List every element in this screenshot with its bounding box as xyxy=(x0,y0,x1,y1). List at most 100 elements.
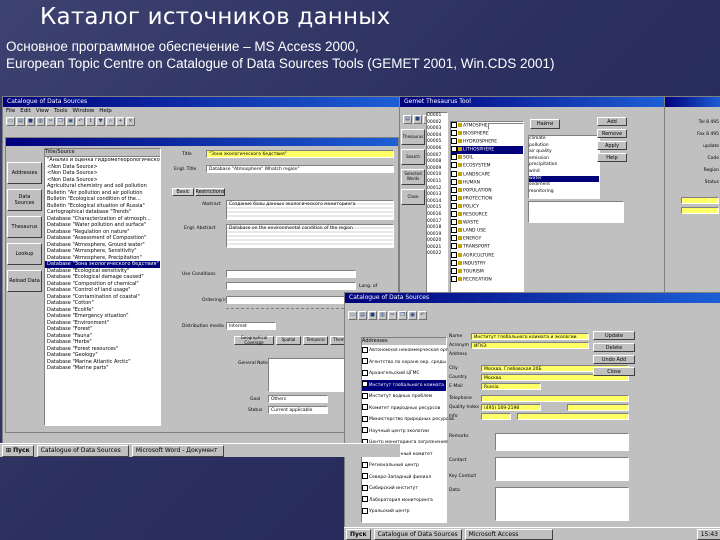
sources-update-button[interactable]: Update xyxy=(593,331,635,340)
address-checkbox-icon[interactable] xyxy=(362,507,368,514)
copy-icon[interactable]: ❐ xyxy=(56,117,65,126)
thes-save-icon[interactable]: ■ xyxy=(413,115,422,124)
right-panel-titlebar[interactable] xyxy=(665,97,720,107)
inner-form-titlebar[interactable] xyxy=(6,138,398,146)
thesaurus-side-button-0[interactable]: Thesaurus xyxy=(401,129,425,145)
address-list[interactable]: Addresses Автономная некоммерческая орг.… xyxy=(361,337,454,523)
use-conditions-field[interactable] xyxy=(226,270,356,278)
tree-checkbox-icon[interactable] xyxy=(451,130,457,137)
thesaurus-tree-item[interactable]: LAND USE xyxy=(451,227,523,235)
undo-icon[interactable]: ↶ xyxy=(76,117,85,126)
distribution-select[interactable]: Internet xyxy=(226,322,276,330)
spatial-button[interactable]: Spatial xyxy=(276,336,301,345)
thesaurus-code-item[interactable]: 00011 xyxy=(427,179,447,186)
thesaurus-tree-item[interactable]: POLICY xyxy=(451,202,523,211)
tree-checkbox-icon[interactable] xyxy=(451,194,457,201)
address-list-item[interactable]: Архангельский ЦГМС xyxy=(362,368,446,380)
paste-icon[interactable]: ▣ xyxy=(66,117,75,126)
taskbar-item-word[interactable]: Microsoft Word - Документ xyxy=(131,444,224,457)
tree-checkbox-icon[interactable] xyxy=(451,202,457,209)
thesaurus-help-button[interactable]: Help xyxy=(597,153,627,162)
thesaurus-search-input[interactable] xyxy=(488,123,524,130)
address-list-item[interactable]: Уральский центр xyxy=(362,506,446,518)
address-checkbox-icon[interactable] xyxy=(362,369,368,376)
tree-checkbox-icon[interactable] xyxy=(451,178,457,185)
address-list-item[interactable]: Региональный центр xyxy=(362,460,446,472)
tree-checkbox-icon[interactable] xyxy=(451,138,457,145)
cut-icon[interactable]: ✂ xyxy=(46,117,55,126)
thesaurus-term[interactable]: precipitation xyxy=(529,162,599,169)
thesaurus-code-item[interactable]: 00008 xyxy=(427,159,447,166)
temporal-button[interactable]: Temporal xyxy=(303,336,328,345)
side-button-1[interactable]: Data Sources xyxy=(7,189,42,211)
address-checkbox-icon[interactable] xyxy=(362,496,368,502)
src-print-icon[interactable]: ▥ xyxy=(378,311,387,320)
thesaurus-code-item[interactable]: 00015 xyxy=(427,205,447,212)
telephone-field[interactable]: (495) 169-2198 xyxy=(481,404,541,411)
taskbar2-item-catalogue[interactable]: Catalogue of Data Sources xyxy=(373,528,462,540)
address-list-item[interactable]: Научный центр экологии xyxy=(362,426,446,438)
engl-abstract-field[interactable]: Database on the environmental condition … xyxy=(226,224,394,248)
thesaurus-side-button-1[interactable]: Search xyxy=(401,149,425,165)
thesaurus-term[interactable]: air quality xyxy=(529,149,599,156)
address-checkbox-icon[interactable] xyxy=(362,392,368,399)
address-checkbox-icon[interactable] xyxy=(362,346,368,353)
thesaurus-titlebar[interactable]: Gemet Thesaurus Tool xyxy=(400,97,665,107)
src-copy-icon[interactable]: ❐ xyxy=(398,311,407,320)
tree-checkbox-icon[interactable] xyxy=(451,219,457,226)
tree-checkbox-icon[interactable] xyxy=(451,122,457,128)
thesaurus-search-button[interactable]: Найти xyxy=(530,119,560,129)
main-window-titlebar[interactable]: Catalogue of Data Sources xyxy=(3,97,400,107)
new-icon[interactable]: ▭ xyxy=(6,117,15,126)
source-list-item[interactable]: Agricultural chemistry and soil pollutio… xyxy=(45,183,160,190)
address-checkbox-icon[interactable] xyxy=(362,358,368,364)
new-record-icon[interactable]: + xyxy=(116,117,125,126)
address-checkbox-icon[interactable] xyxy=(362,484,368,491)
remarks-field[interactable] xyxy=(495,433,629,451)
thesaurus-tree-item[interactable]: BIOSPHERE xyxy=(451,130,523,138)
taskbar2-item-access[interactable]: Microsoft Access xyxy=(464,528,553,540)
source-list-item[interactable]: Database "Ecological damage caused" xyxy=(45,274,160,281)
thesaurus-tree-items[interactable]: ATMOSPHERE BIOSPHERE HYDROSPHERE LITHOSPHER… xyxy=(451,122,523,284)
abstract-field[interactable]: Создание базы данных экологического мони… xyxy=(226,200,394,220)
tree-checkbox-icon[interactable] xyxy=(451,259,457,266)
thesaurus-tree-item[interactable]: ENERGY xyxy=(451,235,523,243)
thesaurus-remove-button[interactable]: Remove xyxy=(597,129,627,138)
thesaurus-term[interactable]: climate xyxy=(529,136,599,143)
thesaurus-tree-item[interactable]: TOURISM xyxy=(451,267,523,276)
use-conditions-combo[interactable] xyxy=(226,282,356,290)
thesaurus-code-item[interactable]: 00018 xyxy=(427,225,447,232)
menu-item-help[interactable]: Help xyxy=(99,108,112,114)
address-list-item[interactable]: Министерство природных ресурсов xyxy=(362,414,454,426)
tree-checkbox-icon[interactable] xyxy=(451,227,457,234)
contact-field[interactable] xyxy=(495,457,629,481)
thesaurus-term[interactable]: monitoring xyxy=(529,189,599,196)
tab-restrictions[interactable]: Restrictions xyxy=(195,188,225,196)
sources-delete-button[interactable]: Delete xyxy=(593,343,635,352)
thesaurus-tree-item[interactable]: WASTE xyxy=(451,219,523,227)
geo-coverage-button[interactable]: Geographical Coverage xyxy=(234,335,274,345)
tree-checkbox-icon[interactable] xyxy=(451,154,457,161)
thesaurus-code-item[interactable]: 00003 xyxy=(427,126,447,133)
ordering-field[interactable] xyxy=(226,296,356,304)
menu-item-tools[interactable]: Tools xyxy=(54,108,68,114)
engl-title-field[interactable]: Database "Atmosphere" Whatch region" xyxy=(206,165,394,173)
thesaurus-side-button-3[interactable]: Close xyxy=(401,189,425,205)
tree-checkbox-icon[interactable] xyxy=(451,275,457,282)
address-list-item[interactable]: Комитет природных ресурсов xyxy=(362,403,446,415)
thesaurus-tree-item[interactable]: LITHOSPHERE xyxy=(451,146,523,155)
address-list-item[interactable]: Институт водных проблем xyxy=(362,391,446,403)
print-icon[interactable]: ▥ xyxy=(36,117,45,126)
thesaurus-tree[interactable]: ATMOSPHERE BIOSPHERE HYDROSPHERE LITHOSPHER… xyxy=(450,121,524,297)
find-icon[interactable]: ⌕ xyxy=(106,117,115,126)
sort-icon[interactable]: ↕ xyxy=(86,117,95,126)
src-open-icon[interactable]: ▤ xyxy=(358,311,367,320)
thesaurus-code-item[interactable]: 00005 xyxy=(427,139,447,146)
address-checkbox-icon[interactable] xyxy=(362,427,368,433)
thesaurus-tree-item[interactable]: INDUSTRY xyxy=(451,259,523,268)
thesaurus-code-item[interactable]: 00013 xyxy=(427,192,447,199)
side-button-0[interactable]: Addresses xyxy=(7,162,42,184)
thesaurus-codes[interactable]: 00001 00002 00003 00004 00005 00006 00007 00008… xyxy=(427,113,447,258)
tree-checkbox-icon[interactable] xyxy=(451,251,457,258)
source-list-item[interactable]: Database "Assessment of Composition" xyxy=(45,235,160,242)
